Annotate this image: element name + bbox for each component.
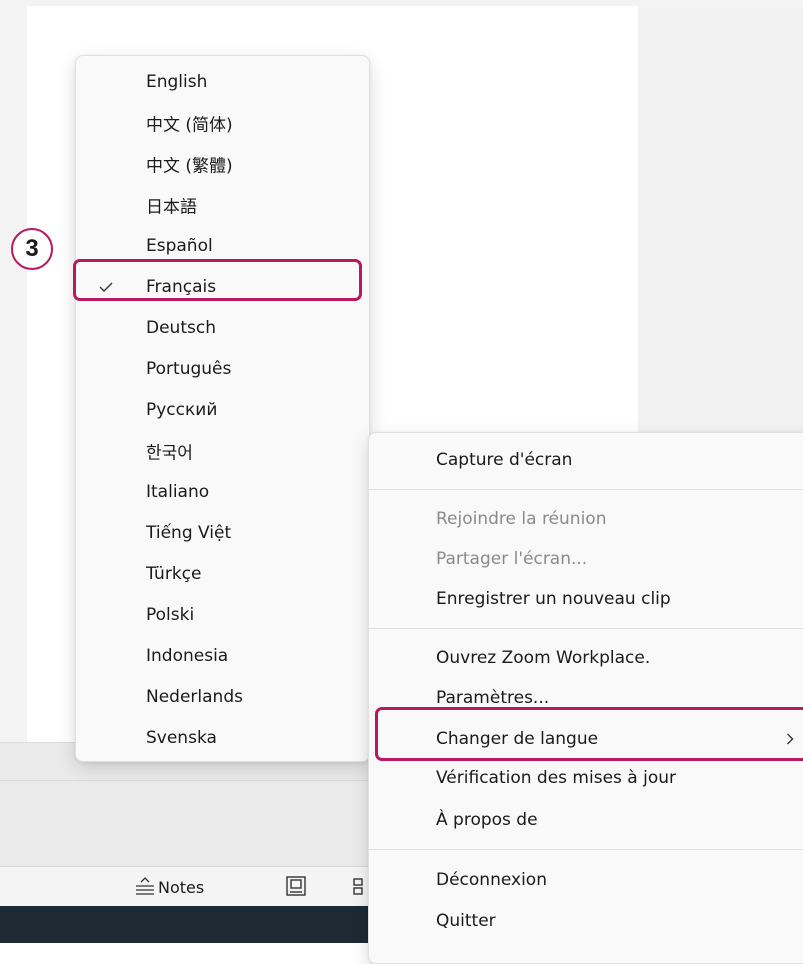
normal-view-icon[interactable]: [284, 874, 308, 898]
language-label: 中文 (简体): [146, 115, 233, 135]
language-label: Deutsch: [146, 317, 216, 338]
step-badge: 3: [11, 228, 53, 270]
menu-item-label: À propos de: [436, 810, 538, 830]
menu-item-record-clip[interactable]: Enregistrer un nouveau clip: [369, 579, 803, 619]
language-item-indonesian[interactable]: Indonesia: [76, 635, 369, 676]
language-item-chinese-simplified[interactable]: 中文 (简体): [76, 102, 369, 143]
notes-icon: [136, 877, 154, 895]
notes-label: Notes: [158, 877, 205, 897]
language-label: Indonesia: [146, 645, 229, 666]
language-submenu: English 中文 (简体) 中文 (繁體) 日本語 Español Fran…: [75, 55, 370, 762]
language-label: Tiếng Việt: [146, 522, 232, 543]
menu-item-join-meeting: Rejoindre la réunion: [369, 499, 803, 539]
highlight-change-language: [375, 707, 803, 761]
menu-item-open-zoom-workplace[interactable]: Ouvrez Zoom Workplace.: [369, 638, 803, 678]
menu-item-label: Partager l'écran...: [436, 549, 588, 569]
language-label: Português: [146, 358, 232, 379]
language-item-dutch[interactable]: Nederlands: [76, 676, 369, 717]
language-item-polish[interactable]: Polski: [76, 594, 369, 635]
menu-separator: [369, 628, 803, 629]
notes-button[interactable]: Notes: [134, 875, 204, 899]
language-label: Русский: [146, 399, 218, 420]
menu-separator: [369, 489, 803, 490]
menu-item-label: Déconnexion: [436, 870, 547, 890]
menu-item-label: Paramètres...: [436, 688, 550, 708]
language-item-german[interactable]: Deutsch: [76, 307, 369, 348]
language-item-swedish[interactable]: Svenska: [76, 717, 369, 758]
language-item-russian[interactable]: Русский: [76, 389, 369, 430]
language-item-vietnamese[interactable]: Tiếng Việt: [76, 512, 369, 553]
menu-item-check-updates[interactable]: Vérification des mises à jour: [369, 758, 803, 798]
menu-item-label: Capture d'écran: [436, 450, 573, 470]
menu-separator: [369, 849, 803, 850]
menu-item-about[interactable]: À propos de: [369, 800, 803, 840]
menu-item-screenshot[interactable]: Capture d'écran: [369, 440, 803, 480]
language-label: Svenska: [146, 727, 217, 748]
language-label: Italiano: [146, 481, 210, 502]
menu-item-share-screen: Partager l'écran...: [369, 539, 803, 579]
language-item-korean[interactable]: 한국어: [76, 430, 369, 471]
language-item-english[interactable]: English: [76, 61, 369, 102]
language-item-portuguese[interactable]: Português: [76, 348, 369, 389]
context-menu: Capture d'écran Rejoindre la réunion Par…: [368, 432, 803, 964]
language-item-turkish[interactable]: Türkçe: [76, 553, 369, 594]
menu-item-quit[interactable]: Quitter: [369, 901, 803, 941]
language-label: Español: [146, 235, 213, 256]
step-number: 3: [25, 235, 39, 262]
language-label: Polski: [146, 604, 195, 625]
language-item-japanese[interactable]: 日本語: [76, 184, 369, 225]
slide-sorter-view-icon[interactable]: [352, 874, 368, 898]
language-label: 한국어: [146, 443, 193, 463]
menu-item-label: Rejoindre la réunion: [436, 509, 607, 529]
language-label: 日本語: [146, 197, 197, 217]
language-label: Nederlands: [146, 686, 243, 707]
menu-item-label: Ouvrez Zoom Workplace.: [436, 648, 651, 668]
language-label: 中文 (繁體): [146, 156, 233, 176]
highlight-french: [73, 259, 362, 301]
language-label: Türkçe: [146, 563, 202, 584]
language-label: English: [146, 71, 208, 92]
menu-item-sign-out[interactable]: Déconnexion: [369, 860, 803, 900]
language-item-italian[interactable]: Italiano: [76, 471, 369, 512]
menu-item-label: Enregistrer un nouveau clip: [436, 589, 671, 609]
language-item-chinese-traditional[interactable]: 中文 (繁體): [76, 143, 369, 184]
menu-item-label: Quitter: [436, 911, 496, 931]
menu-item-label: Vérification des mises à jour: [436, 768, 677, 788]
